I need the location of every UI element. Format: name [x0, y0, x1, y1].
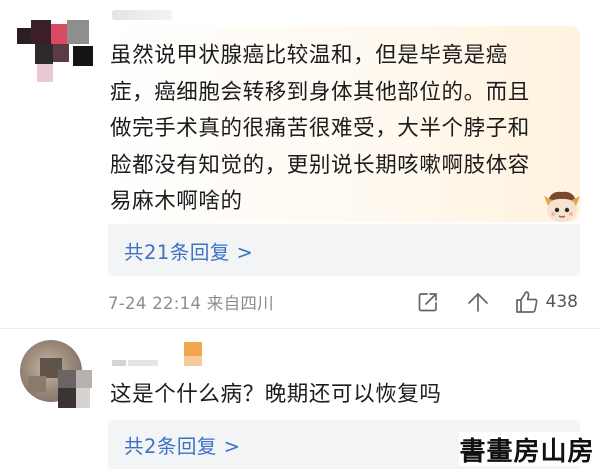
- comment-text: 虽然说甲状腺癌比较温和，但是毕竟是癌症，癌细胞会转移到身体其他部位的。而且做完手…: [110, 43, 530, 214]
- comment-text: 这是个什么病？晚期还可以恢复吗: [110, 382, 442, 407]
- like-button[interactable]: 438: [514, 288, 578, 316]
- view-replies-label: 共2条回复 >: [124, 435, 241, 458]
- comment-icon: [467, 293, 488, 312]
- divider: [0, 328, 600, 329]
- comment-meta: 7-24 22:14 来自四川 438: [108, 286, 578, 318]
- share-button[interactable]: [414, 288, 442, 316]
- avatar[interactable]: [17, 20, 95, 82]
- sticker-emoji-icon: [540, 186, 584, 226]
- avatar[interactable]: [16, 336, 96, 414]
- share-icon: [418, 293, 437, 312]
- username-blurred[interactable]: [112, 342, 212, 372]
- timestamp-location: 7-24 22:14 来自四川: [108, 294, 274, 313]
- username-blurred[interactable]: [112, 10, 172, 20]
- view-replies-button[interactable]: 共21条回复 >: [108, 224, 580, 276]
- like-icon: [515, 291, 538, 313]
- comment-item: 虽然说甲状腺癌比较温和，但是毕竟是癌症，癌细胞会转移到身体其他部位的。而且做完手…: [0, 0, 600, 335]
- view-replies-label: 共21条回复 >: [124, 240, 254, 264]
- action-bar: 438: [414, 286, 578, 318]
- like-count: 438: [545, 292, 578, 312]
- watermark-logo: 書畫房山房: [459, 432, 595, 467]
- reply-button[interactable]: [464, 288, 492, 316]
